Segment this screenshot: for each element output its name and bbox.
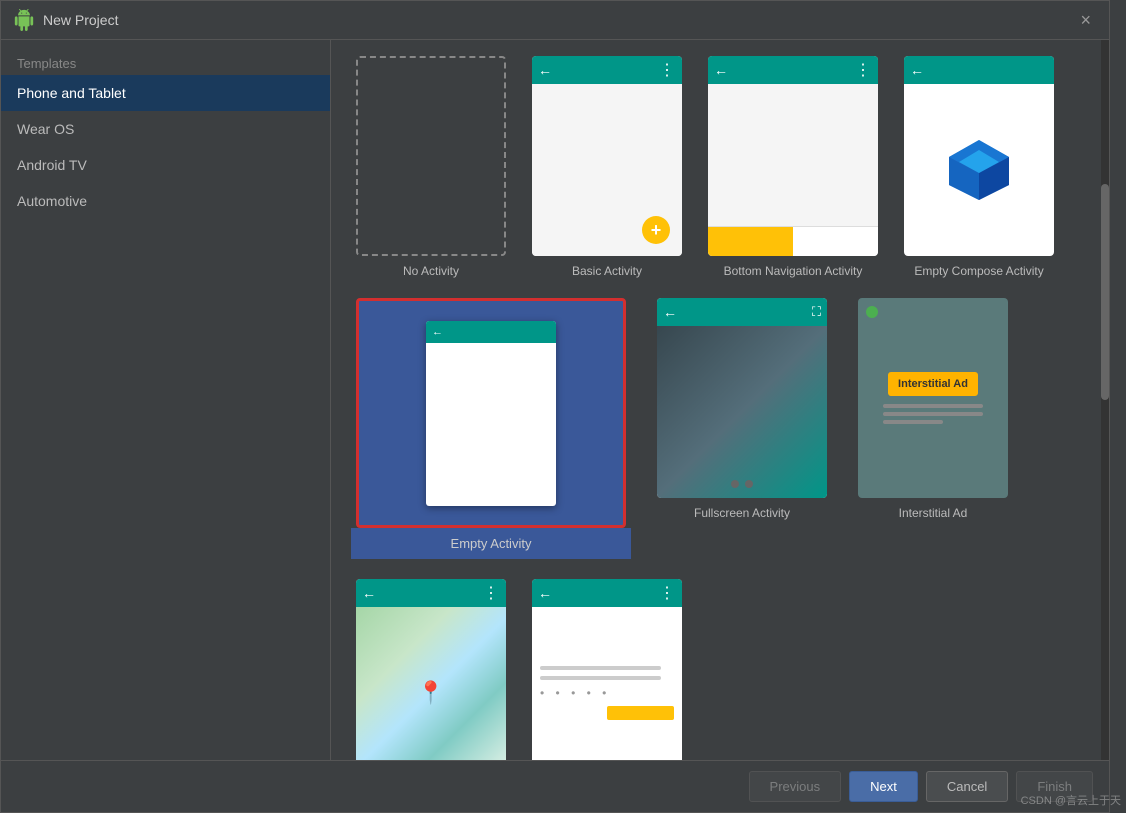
empty-activity-preview: ←	[356, 298, 626, 528]
compose-preview: ←	[904, 56, 1054, 256]
menu-dots-icon: ⋮	[659, 60, 676, 80]
no-activity-preview	[356, 56, 506, 256]
map-pin-icon: 📍	[417, 680, 444, 706]
ad-green-dot	[866, 306, 878, 318]
android-icon	[13, 9, 35, 31]
back-arrow-icon-3: ←	[910, 62, 924, 78]
login-line-2	[540, 676, 661, 680]
fullscreen-preview: ← ⛶	[657, 298, 827, 498]
login-body: • • • • •	[532, 607, 682, 760]
template-grid: No Activity ← ⋮ +	[331, 40, 1109, 760]
menu-dots-icon-3: ⋮	[483, 583, 500, 603]
sidebar-item-wear-os[interactable]: Wear OS	[1, 111, 330, 147]
map-body: 📍	[356, 607, 506, 760]
back-arrow-icon-2: ←	[714, 62, 728, 78]
sidebar-item-android-tv[interactable]: Android TV	[1, 147, 330, 183]
sidebar: Templates Phone and Tablet Wear OS Andro…	[1, 40, 331, 760]
next-button[interactable]: Next	[849, 771, 918, 802]
ad-preview: Interstitial Ad	[858, 298, 1008, 498]
back-arrow-icon-5: ←	[663, 304, 677, 320]
new-project-dialog: New Project × Templates Phone and Tablet…	[0, 0, 1110, 813]
template-empty-compose[interactable]: ←	[899, 56, 1059, 278]
template-no-activity[interactable]: No Activity	[351, 56, 511, 278]
fullscreen-label: Fullscreen Activity	[694, 506, 790, 520]
basic-activity-preview: ← ⋮ +	[532, 56, 682, 256]
login-preview: ← ⋮ • • • • •	[532, 579, 682, 760]
back-arrow-icon: ←	[538, 62, 552, 78]
back-arrow-icon-6: ←	[362, 585, 376, 601]
dialog-titlebar: New Project ×	[1, 1, 1109, 40]
bottom-nav-selected	[708, 227, 793, 256]
basic-body: +	[532, 84, 682, 256]
empty-phone-inner: ←	[426, 321, 556, 506]
ad-lines	[883, 404, 984, 424]
back-arrow-icon-4: ←	[432, 326, 443, 338]
previous-button[interactable]: Previous	[749, 771, 842, 802]
close-button[interactable]: ×	[1074, 9, 1097, 31]
login-line-1	[540, 666, 661, 670]
template-fullscreen[interactable]: ← ⛶ Fullscreen Activity	[647, 298, 837, 559]
basic-activity-label: Basic Activity	[572, 264, 642, 278]
template-login[interactable]: ← ⋮ • • • • • Login Activity	[527, 579, 687, 760]
ad-yellow-box: Interstitial Ad	[888, 372, 978, 396]
map-preview: ← ⋮ 📍	[356, 579, 506, 760]
ad-line-2	[883, 412, 984, 416]
menu-dots-icon-4: ⋮	[659, 583, 676, 603]
title-left: New Project	[13, 9, 118, 31]
template-google-maps[interactable]: ← ⋮ 📍 Google Maps Activity	[351, 579, 511, 760]
template-empty-activity[interactable]: ← Empty Activity	[351, 298, 631, 559]
login-password-dots: • • • • •	[540, 686, 674, 700]
no-activity-label: No Activity	[403, 264, 459, 278]
dialog-footer: Previous Next Cancel Finish	[1, 760, 1109, 812]
bottom-nav-preview: ← ⋮	[708, 56, 878, 256]
bottom-nav-body	[708, 84, 878, 226]
login-submit-btn	[607, 706, 674, 720]
empty-activity-label: Empty Activity	[351, 528, 631, 559]
scrollbar-track[interactable]	[1101, 40, 1109, 760]
watermark: CSDN @言云上于天	[1021, 792, 1121, 808]
templates-section-label: Templates	[1, 48, 330, 75]
ad-line-1	[883, 404, 984, 408]
sidebar-item-phone-tablet[interactable]: Phone and Tablet	[1, 75, 330, 111]
template-interstitial-ad[interactable]: Interstitial Ad Interstitial Ad	[853, 298, 1013, 559]
menu-dots-icon-2: ⋮	[855, 60, 872, 80]
fab-icon: +	[642, 216, 670, 244]
cancel-button[interactable]: Cancel	[926, 771, 1008, 802]
dialog-title: New Project	[43, 12, 118, 28]
compose-label: Empty Compose Activity	[914, 264, 1043, 278]
ad-label: Interstitial Ad	[899, 506, 968, 520]
fullscreen-expand-icon: ⛶	[812, 304, 821, 320]
back-arrow-icon-7: ←	[538, 585, 552, 601]
fullscreen-diagonal	[657, 326, 827, 498]
dialog-body: Templates Phone and Tablet Wear OS Andro…	[1, 40, 1109, 760]
template-bottom-nav[interactable]: ← ⋮ Bottom Navigation Activity	[703, 56, 883, 278]
bottom-nav-bar	[708, 226, 878, 256]
ad-line-3	[883, 420, 943, 424]
scrollbar-thumb[interactable]	[1101, 184, 1109, 400]
compose-body	[904, 84, 1054, 256]
sidebar-item-automotive[interactable]: Automotive	[1, 183, 330, 219]
template-basic-activity[interactable]: ← ⋮ + Basic Activity	[527, 56, 687, 278]
bottom-nav-label: Bottom Navigation Activity	[724, 264, 863, 278]
